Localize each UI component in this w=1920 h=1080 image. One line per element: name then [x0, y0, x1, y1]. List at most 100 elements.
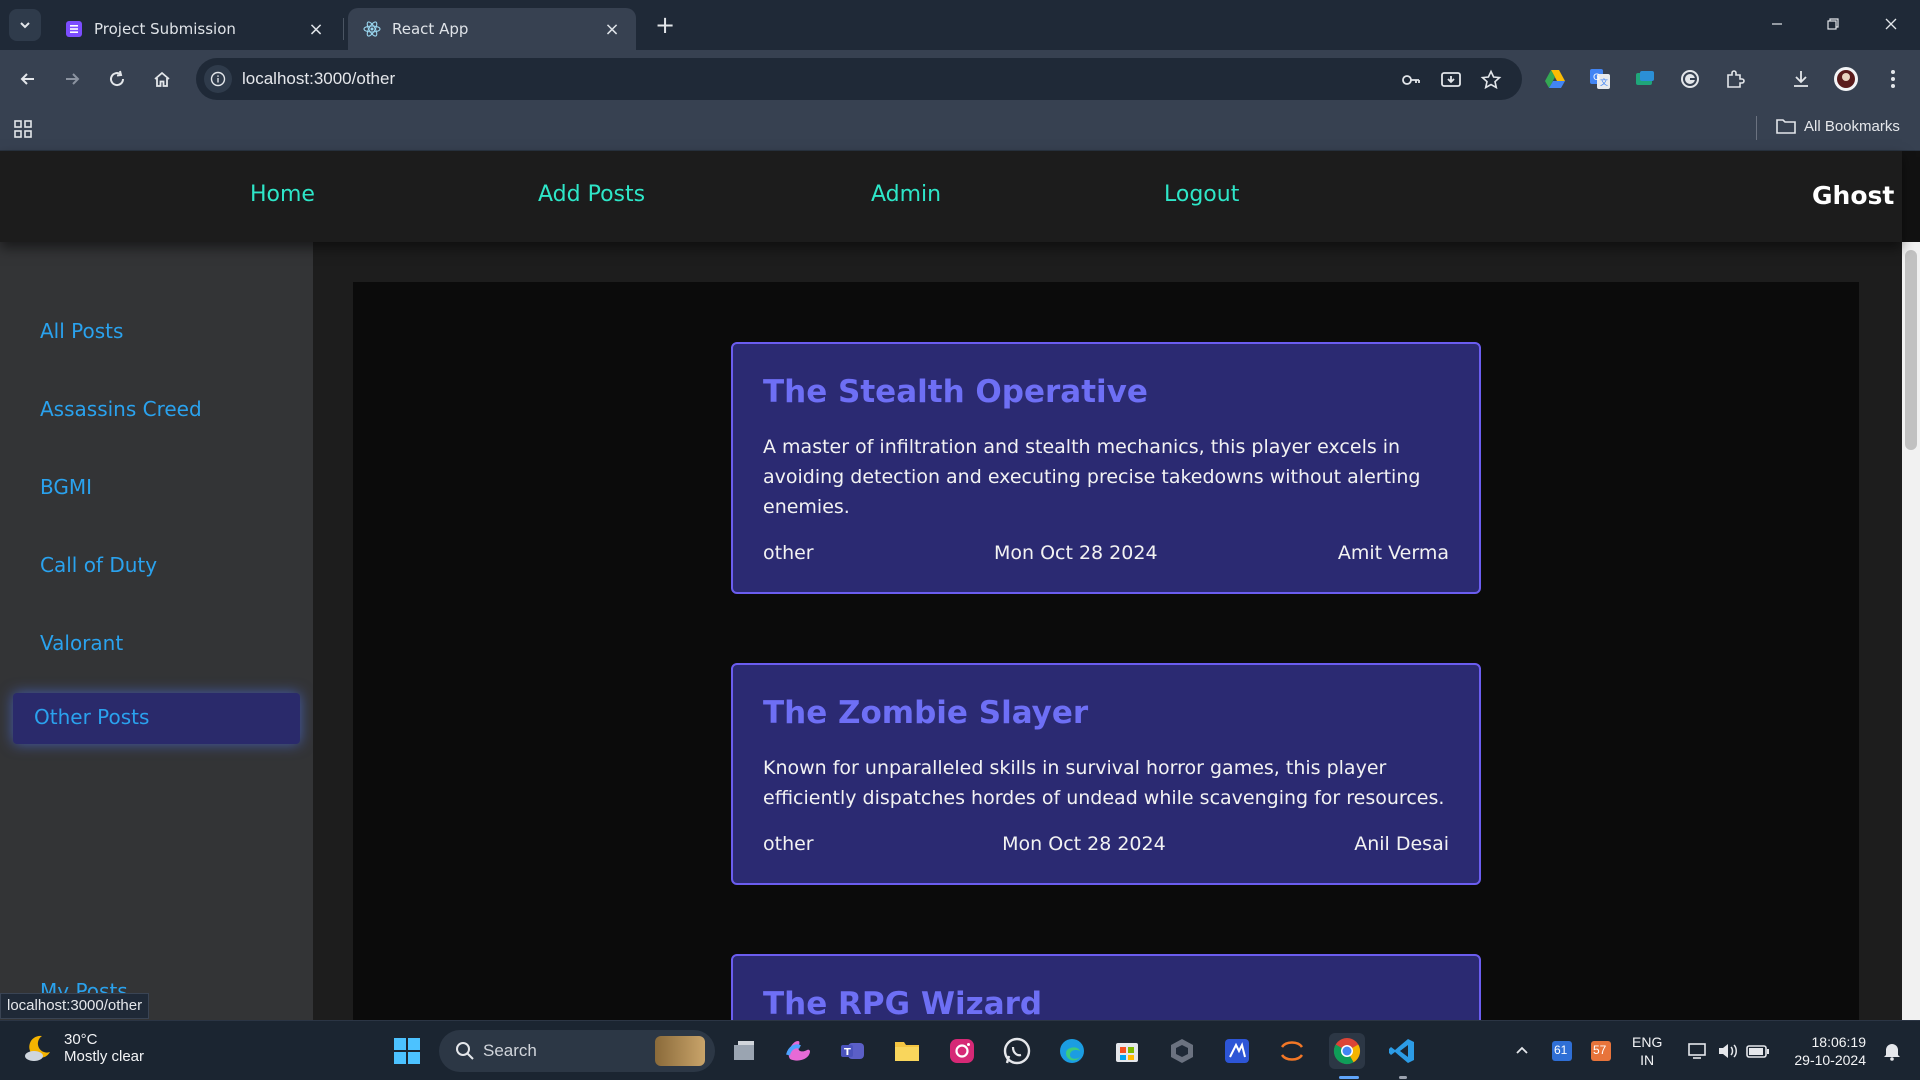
- minimize-icon: [1772, 23, 1782, 25]
- whatsapp-icon[interactable]: [999, 1033, 1035, 1069]
- tray-badge-1: 61: [1554, 1043, 1568, 1057]
- bookmarks-separator: [1756, 116, 1757, 140]
- sidebar-item-other-posts[interactable]: Other Posts: [13, 693, 300, 744]
- browser-toolbar: localhost:3000/other G文: [0, 50, 1920, 108]
- sidebar-item-assassins-creed[interactable]: Assassins Creed: [40, 397, 202, 421]
- instagram-icon[interactable]: [944, 1033, 980, 1069]
- status-url-bubble: localhost:3000/other: [0, 993, 150, 1019]
- google-translate-icon[interactable]: G文: [1587, 66, 1613, 92]
- key-icon[interactable]: [1400, 69, 1422, 91]
- url-text[interactable]: localhost:3000/other: [242, 69, 395, 89]
- tab-project-submission[interactable]: Project Submission ×: [50, 8, 340, 50]
- app-cube-icon[interactable]: [1164, 1033, 1200, 1069]
- post-description: Known for unparalleled skills in surviva…: [763, 757, 1445, 809]
- file-explorer-icon[interactable]: [889, 1033, 925, 1069]
- clock-date: 29-10-2024: [1794, 1052, 1866, 1068]
- extension-icon[interactable]: [1632, 66, 1658, 92]
- notification-bell-icon[interactable]: [1874, 1033, 1910, 1069]
- nav-logout-link[interactable]: Logout: [1164, 182, 1239, 207]
- tab-search-button[interactable]: [9, 9, 41, 41]
- tray-app-icon-2[interactable]: 57: [1583, 1033, 1619, 1069]
- post-title: The Zombie Slayer: [763, 695, 1089, 731]
- all-bookmarks-label: All Bookmarks: [1804, 117, 1900, 135]
- tab-title: React App: [392, 20, 469, 38]
- nav-add-posts-link[interactable]: Add Posts: [538, 182, 645, 207]
- app-navbar: Home Add Posts Admin Logout Ghost: [0, 151, 1902, 242]
- tray-app-icon-1[interactable]: 61: [1544, 1033, 1580, 1069]
- post-category: other: [763, 542, 814, 564]
- address-bar[interactable]: localhost:3000/other: [196, 58, 1522, 100]
- vscode-running-indicator: [1399, 1076, 1407, 1079]
- install-app-icon[interactable]: [1440, 69, 1462, 91]
- sidebar-item-valorant[interactable]: Valorant: [40, 631, 123, 655]
- restore-button[interactable]: [1810, 8, 1856, 40]
- tray-badge-2: 57: [1593, 1043, 1607, 1057]
- chrome-icon[interactable]: [1329, 1033, 1365, 1069]
- folder-icon: [1776, 119, 1796, 134]
- chrome-active-indicator: [1339, 1076, 1359, 1079]
- visual-studio-icon[interactable]: [1219, 1033, 1255, 1069]
- google-drive-icon[interactable]: [1542, 66, 1568, 92]
- sidebar: All Posts Assassins Creed BGMI Call of D…: [0, 242, 313, 1022]
- battery-icon[interactable]: [1740, 1033, 1776, 1069]
- menu-dots-icon[interactable]: [1880, 66, 1906, 92]
- post-date: Mon Oct 28 2024: [1002, 833, 1166, 855]
- language-indicator[interactable]: ENG IN: [1632, 1033, 1662, 1069]
- puzzle-icon[interactable]: [1722, 66, 1748, 92]
- arrow-right-icon: [66, 73, 80, 85]
- all-bookmarks-button[interactable]: All Bookmarks: [1776, 117, 1900, 135]
- region-code: IN: [1640, 1052, 1655, 1068]
- copilot-icon[interactable]: [780, 1033, 816, 1069]
- search-placeholder: Search: [483, 1041, 537, 1060]
- taskbar-search[interactable]: Search: [439, 1030, 715, 1072]
- reload-button[interactable]: [101, 63, 133, 95]
- star-icon[interactable]: [1480, 69, 1502, 91]
- posts-panel: The Stealth Operative A master of infilt…: [353, 282, 1859, 1022]
- profile-avatar-icon[interactable]: [1833, 66, 1859, 92]
- restore-icon: [1827, 18, 1839, 30]
- chevron-down-icon: [20, 22, 30, 29]
- teams-icon[interactable]: T: [835, 1033, 871, 1069]
- site-info-icon[interactable]: [204, 65, 232, 93]
- chevron-up-icon[interactable]: [1504, 1033, 1540, 1069]
- moon-cloud-icon: [25, 1035, 50, 1061]
- clock-time: 18:06:19: [1811, 1034, 1867, 1050]
- new-tab-button[interactable]: +: [650, 10, 680, 40]
- grammarly-icon[interactable]: [1677, 66, 1703, 92]
- reload-icon: [110, 70, 125, 87]
- back-button[interactable]: [12, 63, 44, 95]
- apps-grid-icon[interactable]: [13, 119, 35, 141]
- windows-taskbar: 30°C Mostly clear Search T 61 57 ENG IN …: [0, 1020, 1920, 1080]
- sidebar-item-bgmi[interactable]: BGMI: [40, 475, 92, 499]
- svg-text:T: T: [844, 1047, 851, 1058]
- post-meta: other Mon Oct 28 2024 Anil Desai: [763, 833, 1449, 855]
- nav-home-link[interactable]: Home: [250, 182, 315, 207]
- sidebar-item-all-posts[interactable]: All Posts: [40, 319, 123, 343]
- scrollbar-thumb[interactable]: [1905, 250, 1917, 450]
- microsoft-store-icon[interactable]: [1109, 1033, 1145, 1069]
- edge-icon[interactable]: [1054, 1033, 1090, 1069]
- sidebar-item-call-of-duty[interactable]: Call of Duty: [40, 553, 157, 577]
- weather-widget[interactable]: 30°C Mostly clear: [22, 1031, 144, 1065]
- brand-logo[interactable]: Ghost: [1812, 181, 1894, 210]
- forward-button[interactable]: [56, 63, 88, 95]
- close-icon[interactable]: ×: [602, 19, 622, 40]
- post-card[interactable]: The RPG Wizard: [731, 954, 1481, 1022]
- close-window-button[interactable]: [1868, 8, 1914, 40]
- windows-start-icon[interactable]: [389, 1033, 425, 1069]
- post-card[interactable]: The Zombie Slayer Known for unparalleled…: [731, 663, 1481, 885]
- nav-admin-link[interactable]: Admin: [871, 182, 941, 207]
- close-icon[interactable]: ×: [306, 19, 326, 40]
- post-author: Anil Desai: [1354, 833, 1449, 855]
- task-view-icon[interactable]: [726, 1033, 762, 1069]
- home-button[interactable]: [146, 63, 178, 95]
- vscode-icon[interactable]: [1384, 1033, 1420, 1069]
- minimize-button[interactable]: [1754, 8, 1800, 40]
- post-card[interactable]: The Stealth Operative A master of infilt…: [731, 342, 1481, 594]
- tab-react-app[interactable]: React App ×: [348, 8, 636, 50]
- jupyter-icon[interactable]: [1274, 1033, 1310, 1069]
- clock[interactable]: 18:06:19 29-10-2024: [1786, 1033, 1866, 1069]
- svg-text:G: G: [1593, 73, 1600, 83]
- download-icon[interactable]: [1788, 66, 1814, 92]
- post-title: The Stealth Operative: [763, 374, 1148, 410]
